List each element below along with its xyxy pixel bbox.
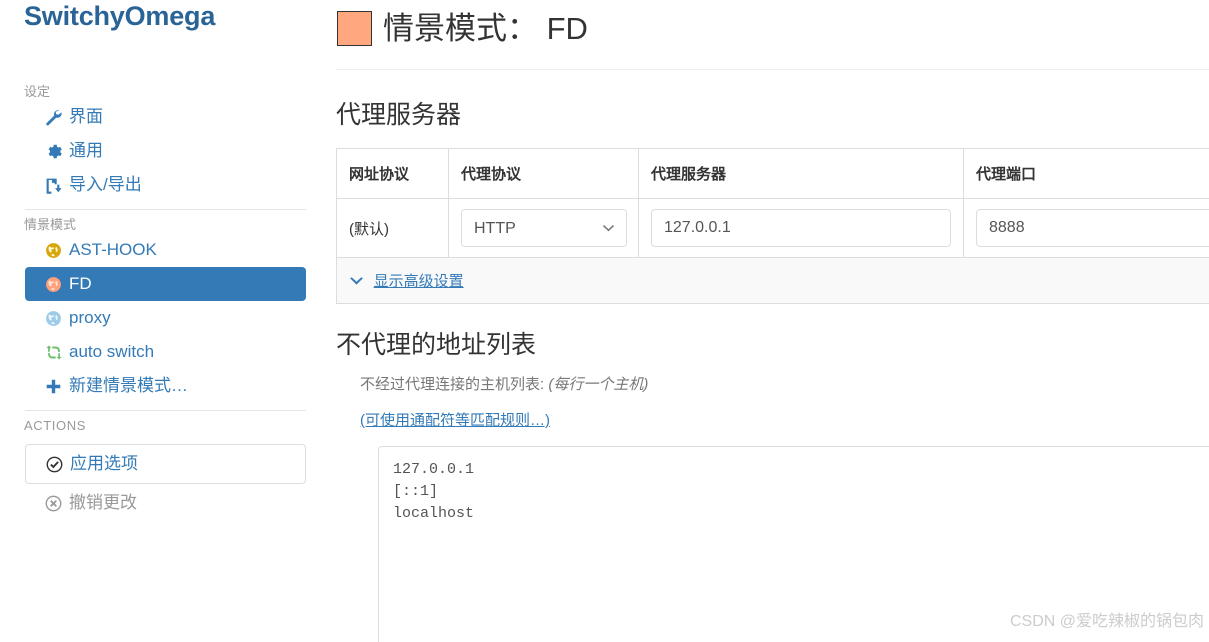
proxy-servers-table: 网址协议 代理协议 代理服务器 代理端口 (默认) HTTP HTTPS SOC… bbox=[336, 148, 1209, 304]
globe-icon bbox=[43, 241, 64, 259]
sidebar-item-proxy[interactable]: proxy bbox=[25, 301, 306, 335]
cell-proxy-protocol: HTTP HTTPS SOCKS4 SOCKS5 DIRECT bbox=[448, 198, 639, 258]
sidebar-item-label: 界面 bbox=[69, 107, 103, 126]
bypass-section-title: 不代理的地址列表 bbox=[336, 331, 537, 359]
sidebar-item-import-export[interactable]: 导入/导出 bbox=[25, 168, 306, 202]
bypass-note: 不经过代理连接的主机列表: (每行一个主机) bbox=[360, 375, 1209, 395]
gear-icon bbox=[43, 142, 64, 160]
app-root: SwitchyOmega 设定 界面 通用 导入/导出 情景模式 AST-HOO… bbox=[0, 0, 1209, 642]
page-title: 情景模式： FD bbox=[383, 10, 588, 46]
sidebar-item-label: 通用 bbox=[69, 141, 103, 160]
sidebar-item-label: auto switch bbox=[69, 342, 155, 361]
sidebar-item-label: 导入/导出 bbox=[69, 175, 142, 194]
apply-options-button[interactable]: 应用选项 bbox=[25, 444, 306, 484]
sidebar-actions-header: ACTIONS bbox=[24, 418, 86, 433]
globe-icon bbox=[43, 309, 64, 327]
page-header: 情景模式： FD bbox=[336, 0, 1209, 57]
sidebar-item-interface[interactable]: 界面 bbox=[25, 100, 306, 134]
bypass-note-italic: (每行一个主机) bbox=[548, 376, 649, 393]
advanced-settings-cell: 显示高级设置 bbox=[336, 257, 1209, 304]
cell-url-scheme: (默认) bbox=[336, 198, 449, 258]
bypass-wildcard-link[interactable]: (可使用通配符等匹配规则…) bbox=[360, 409, 550, 430]
table-row: (默认) HTTP HTTPS SOCKS4 SOCKS5 DIRECT bbox=[336, 198, 1209, 258]
profile-color-swatch[interactable] bbox=[337, 11, 372, 46]
main-content: 情景模式： FD 代理服务器 网址协议 代理协议 代理服务器 代理端口 (默认)… bbox=[336, 0, 1209, 642]
sidebar-item-auto-switch[interactable]: auto switch bbox=[25, 335, 306, 369]
protocol-select-wrap: HTTP HTTPS SOCKS4 SOCKS5 DIRECT bbox=[461, 209, 627, 247]
chevron-down-icon bbox=[349, 274, 368, 289]
x-circle-icon bbox=[43, 494, 64, 512]
sidebar-profiles-header: 情景模式 bbox=[24, 217, 77, 232]
sidebar-item-label: AST-HOOK bbox=[69, 240, 157, 259]
col-header-url-scheme: 网址协议 bbox=[336, 148, 449, 199]
sidebar-item-general[interactable]: 通用 bbox=[25, 134, 306, 168]
cell-proxy-server bbox=[638, 198, 964, 258]
header-divider bbox=[336, 69, 1209, 70]
revert-changes-button[interactable]: 撤销更改 bbox=[25, 484, 306, 522]
table-header-row: 网址协议 代理协议 代理服务器 代理端口 bbox=[336, 148, 1209, 199]
col-header-proxy-protocol: 代理协议 bbox=[448, 148, 639, 199]
show-advanced-settings-link[interactable]: 显示高级设置 bbox=[374, 273, 464, 290]
proxy-server-input[interactable] bbox=[651, 209, 951, 247]
sidebar-item-new-profile[interactable]: 新建情景模式… bbox=[25, 369, 306, 403]
proxy-port-input[interactable] bbox=[976, 209, 1209, 247]
wrench-icon bbox=[43, 108, 64, 126]
revert-changes-label: 撤销更改 bbox=[69, 493, 137, 512]
sidebar-item-fd[interactable]: FD bbox=[25, 267, 306, 301]
check-circle-icon bbox=[44, 455, 65, 473]
apply-options-label: 应用选项 bbox=[70, 454, 138, 473]
sidebar-item-label: 新建情景模式… bbox=[69, 376, 188, 395]
bypass-note-main: 不经过代理连接的主机列表: bbox=[360, 376, 549, 393]
col-header-proxy-server: 代理服务器 bbox=[638, 148, 964, 199]
sidebar-settings-list: 界面 通用 导入/导出 bbox=[0, 100, 330, 202]
globe-icon bbox=[43, 275, 64, 293]
table-body: (默认) HTTP HTTPS SOCKS4 SOCKS5 DIRECT bbox=[336, 198, 1209, 304]
sidebar-profiles-list: AST-HOOK FD proxy auto switch 新建情景模式… bbox=[0, 233, 330, 403]
proxy-section-title: 代理服务器 bbox=[336, 101, 462, 129]
sidebar-divider-1 bbox=[25, 209, 306, 210]
proxy-protocol-select[interactable]: HTTP HTTPS SOCKS4 SOCKS5 DIRECT bbox=[461, 209, 627, 247]
sidebar-divider-2 bbox=[25, 410, 306, 411]
table-header: 网址协议 代理协议 代理服务器 代理端口 bbox=[336, 148, 1209, 199]
sidebar-item-label: FD bbox=[69, 274, 92, 293]
sidebar: SwitchyOmega 设定 界面 通用 导入/导出 情景模式 AST-HOO… bbox=[0, 0, 330, 642]
col-header-proxy-port: 代理端口 bbox=[963, 148, 1209, 199]
cell-proxy-port bbox=[963, 198, 1209, 258]
sidebar-item-ast-hook[interactable]: AST-HOOK bbox=[25, 233, 306, 267]
sidebar-settings-header: 设定 bbox=[24, 84, 51, 99]
advanced-settings-row: 显示高级设置 bbox=[336, 257, 1209, 304]
watermark: CSDN @爱吃辣椒的锅包肉 bbox=[1009, 613, 1204, 630]
sidebar-item-label: proxy bbox=[69, 308, 111, 327]
exchange-icon bbox=[43, 343, 64, 361]
plus-icon bbox=[43, 377, 64, 395]
brand-title: SwitchyOmega bbox=[24, 1, 216, 31]
save-icon bbox=[43, 176, 64, 194]
